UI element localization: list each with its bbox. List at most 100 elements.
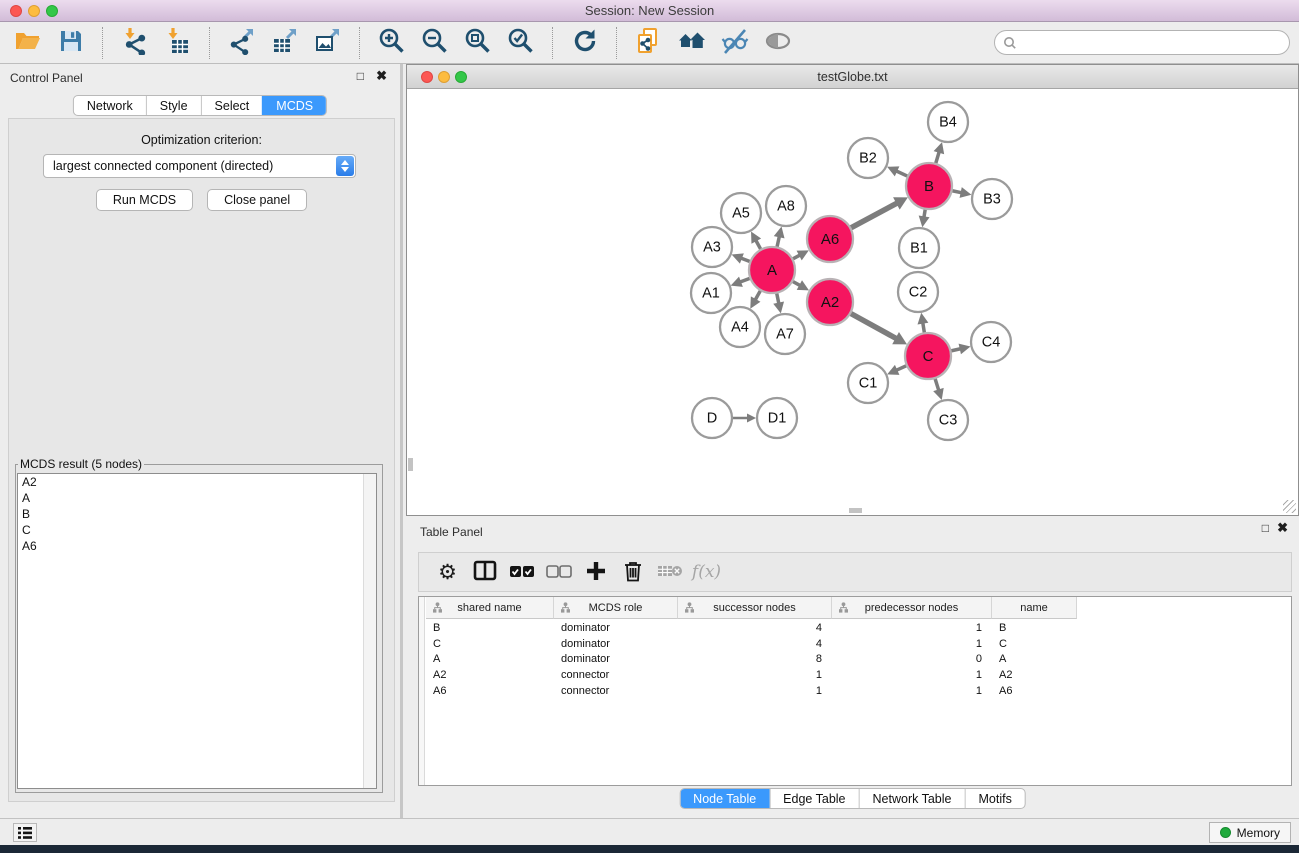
table-cell[interactable]: C	[992, 637, 1077, 653]
import-network-button[interactable]	[113, 25, 156, 61]
table-tab-network-table[interactable]: Network Table	[859, 789, 965, 808]
export-image-button[interactable]	[306, 25, 349, 61]
graph-node-C3[interactable]: C3	[928, 400, 968, 440]
export-table-button[interactable]	[263, 25, 306, 61]
refresh-button[interactable]	[563, 25, 606, 61]
table-cell[interactable]: 4	[678, 621, 832, 637]
network-window-titlebar[interactable]: testGlobe.txt	[407, 65, 1298, 89]
graph-node-D[interactable]: D	[692, 398, 732, 438]
table-cell[interactable]: 1	[678, 684, 832, 700]
memory-button[interactable]: Memory	[1209, 822, 1291, 843]
table-float-icon[interactable]: □	[1262, 522, 1269, 534]
columns-button[interactable]	[466, 556, 503, 588]
settings-button[interactable]: ⚙	[429, 556, 466, 588]
task-history-button[interactable]	[13, 823, 37, 842]
table-cell[interactable]: connector	[554, 668, 678, 684]
table-row[interactable]: Cdominator41C	[426, 637, 1291, 653]
mcds-result-item[interactable]: A2	[18, 474, 376, 490]
deselect-all-button[interactable]	[540, 556, 577, 588]
graph-node-B1[interactable]: B1	[899, 228, 939, 268]
table-cell[interactable]: B	[992, 621, 1077, 637]
graph-node-A4[interactable]: A4	[720, 307, 760, 347]
table-cell[interactable]: connector	[554, 684, 678, 700]
graph-node-A[interactable]: A	[749, 247, 795, 293]
table-cell[interactable]: A	[992, 652, 1077, 668]
tab-network[interactable]: Network	[74, 96, 146, 115]
graph-node-B[interactable]: B	[906, 163, 952, 209]
result-scrollbar[interactable]	[363, 474, 376, 788]
table-row[interactable]: A2connector11A2	[426, 668, 1291, 684]
table-row[interactable]: Bdominator41B	[426, 621, 1291, 637]
mcds-result-list[interactable]: A2ABCA6	[17, 473, 377, 789]
zoom-in-button[interactable]	[370, 25, 413, 61]
graph-node-A8[interactable]: A8	[766, 186, 806, 226]
mcds-result-item[interactable]: C	[18, 522, 376, 538]
mcds-result-item[interactable]: B	[18, 506, 376, 522]
resize-grip[interactable]	[1283, 500, 1296, 513]
table-tab-edge-table[interactable]: Edge Table	[769, 789, 858, 808]
table-cell[interactable]: 1	[832, 621, 992, 637]
table-cell[interactable]: 1	[832, 668, 992, 684]
home-button[interactable]	[670, 25, 713, 61]
zoom-out-button[interactable]	[413, 25, 456, 61]
table-row[interactable]: Adominator80A	[426, 652, 1291, 668]
table-cell[interactable]: dominator	[554, 652, 678, 668]
table-cell[interactable]: dominator	[554, 637, 678, 653]
column-header-mcds-role[interactable]: MCDS role	[554, 597, 678, 619]
table-cell[interactable]: C	[426, 637, 554, 653]
mcds-result-item[interactable]: A	[18, 490, 376, 506]
network-canvas[interactable]: B4B2BB3A5A8A6B1A3AA1C2A2A4A7C4CC1C3DD1	[407, 90, 1298, 515]
search-input[interactable]	[1021, 33, 1281, 52]
tab-style[interactable]: Style	[146, 96, 201, 115]
graph-node-C1[interactable]: C1	[848, 363, 888, 403]
graph-node-B4[interactable]: B4	[928, 102, 968, 142]
search-field[interactable]	[994, 30, 1290, 55]
table-cell[interactable]: A	[426, 652, 554, 668]
table-row[interactable]: A6connector11A6	[426, 684, 1291, 700]
open-session-button[interactable]	[6, 25, 49, 61]
tab-mcds[interactable]: MCDS	[262, 96, 326, 115]
graph-node-C[interactable]: C	[905, 333, 951, 379]
graph-node-A6[interactable]: A6	[807, 216, 853, 262]
table-cell[interactable]: 0	[832, 652, 992, 668]
graph-node-C2[interactable]: C2	[898, 272, 938, 312]
graph-node-A1[interactable]: A1	[691, 273, 731, 313]
save-session-button[interactable]	[49, 25, 92, 61]
table-cell[interactable]: A2	[992, 668, 1077, 684]
column-header-predecessor-nodes[interactable]: predecessor nodes	[832, 597, 992, 619]
add-button[interactable]	[577, 556, 614, 588]
close-panel-button[interactable]: Close panel	[207, 189, 307, 211]
export-network-button[interactable]	[220, 25, 263, 61]
column-header-name[interactable]: name	[992, 597, 1077, 619]
table-cell[interactable]: A6	[426, 684, 554, 700]
table-cell[interactable]: A2	[426, 668, 554, 684]
table-cell[interactable]: B	[426, 621, 554, 637]
run-mcds-button[interactable]: Run MCDS	[96, 189, 193, 211]
tab-select[interactable]: Select	[201, 96, 263, 115]
table-tab-node-table[interactable]: Node Table	[680, 789, 769, 808]
graph-node-B2[interactable]: B2	[848, 138, 888, 178]
column-header-shared-name[interactable]: shared name	[426, 597, 554, 619]
select-all-button[interactable]	[503, 556, 540, 588]
graph-node-A5[interactable]: A5	[721, 193, 761, 233]
table-cell[interactable]: 8	[678, 652, 832, 668]
delete-button[interactable]	[614, 556, 651, 588]
criterion-dropdown[interactable]: largest connected component (directed)	[43, 154, 356, 178]
table-tab-motifs[interactable]: Motifs	[964, 789, 1024, 808]
table-cell[interactable]: A6	[992, 684, 1077, 700]
close-panel-icon[interactable]: ✖	[376, 70, 387, 82]
toggle-graphics-details-button[interactable]	[713, 25, 756, 61]
zoom-selected-button[interactable]	[499, 25, 542, 61]
table-cell[interactable]: dominator	[554, 621, 678, 637]
show-hide-button[interactable]	[756, 25, 799, 61]
column-header-successor-nodes[interactable]: successor nodes	[678, 597, 832, 619]
float-panel-icon[interactable]: □	[357, 70, 364, 82]
graph-node-B3[interactable]: B3	[972, 179, 1012, 219]
mcds-result-item[interactable]: A6	[18, 538, 376, 554]
zoom-fit-button[interactable]	[456, 25, 499, 61]
import-table-button[interactable]	[156, 25, 199, 61]
graph-node-C4[interactable]: C4	[971, 322, 1011, 362]
table-close-icon[interactable]: ✖	[1277, 522, 1288, 534]
graph-node-A2[interactable]: A2	[807, 279, 853, 325]
graph-node-D1[interactable]: D1	[757, 398, 797, 438]
